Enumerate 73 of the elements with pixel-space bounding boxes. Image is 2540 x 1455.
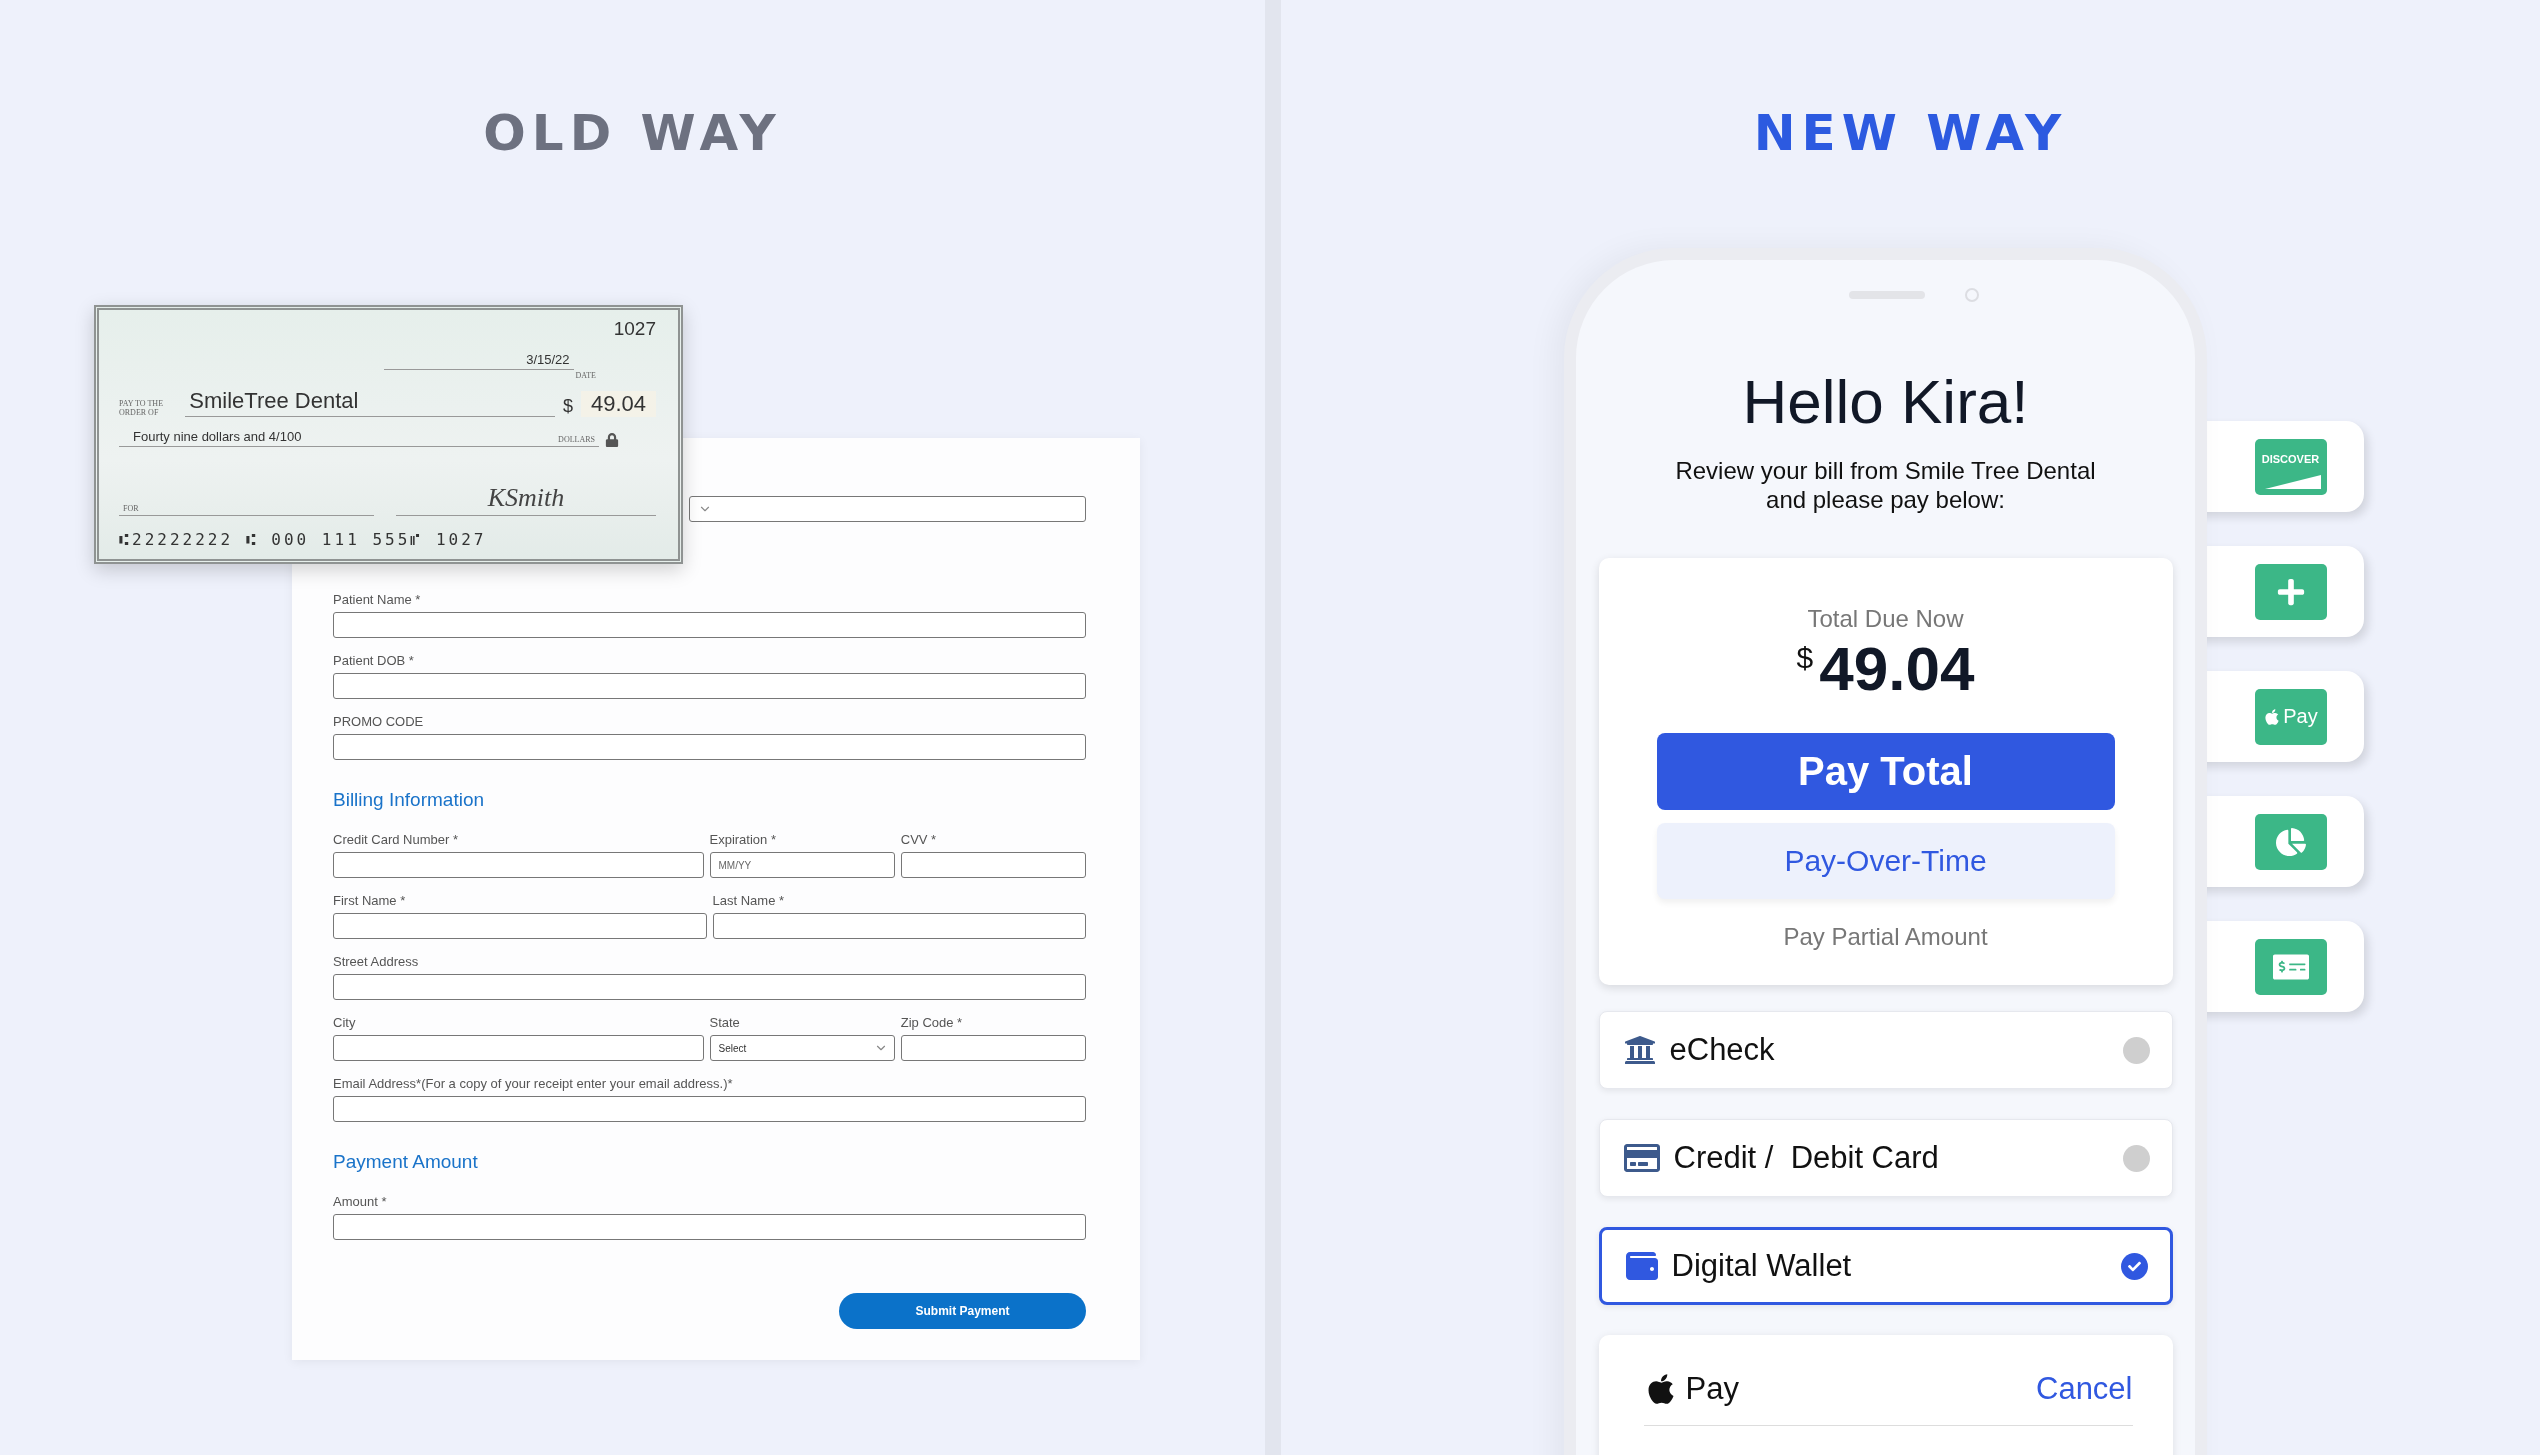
input-field[interactable] <box>900 1035 1086 1061</box>
input-field[interactable] <box>333 913 707 939</box>
field-label: First Name * <box>333 893 407 909</box>
field-label: Zip Code * <box>900 1015 964 1031</box>
field-label: Last Name * <box>712 893 786 909</box>
payment-method-option[interactable]: Credit / Debit Card <box>1598 1119 2173 1197</box>
input-field[interactable] <box>333 1096 1086 1122</box>
bank-icon <box>1623 1034 1656 1066</box>
input-field[interactable] <box>333 974 1086 1000</box>
plus-icon <box>2254 563 2327 620</box>
field-label: Street Address <box>333 954 420 970</box>
input-field[interactable] <box>900 852 1086 878</box>
micr-line: ⑆22222222 ⑆ 000 111 555⑈ 1027 <box>119 530 488 549</box>
cancel-button[interactable]: Cancel <box>2036 1371 2133 1407</box>
signature: KSmith <box>487 483 565 513</box>
date-caption: DATE <box>575 371 596 380</box>
input-field[interactable]: MM/YY <box>709 852 895 878</box>
field-label: Patient DOB * <box>333 653 415 669</box>
radio-button[interactable] <box>2122 1036 2150 1064</box>
field-label: Credit Card Number * <box>333 832 459 848</box>
pie-chart-icon <box>2254 813 2327 870</box>
input-field[interactable] <box>333 734 1086 760</box>
input-field[interactable] <box>333 1214 1086 1240</box>
check-amount: 49.04 <box>580 391 656 417</box>
submit-payment-button[interactable]: Submit Payment <box>839 1293 1086 1329</box>
input-field[interactable] <box>712 913 1086 939</box>
input-field[interactable] <box>333 673 1086 699</box>
total-label: Total Due Now <box>1807 604 1964 634</box>
check-date: 3/15/22 <box>526 352 570 367</box>
field-label: City <box>333 1015 357 1031</box>
pay-total-button[interactable]: Pay Total <box>1656 733 2115 810</box>
field-label: Expiration * <box>709 832 777 848</box>
panel-title: NEW WAY <box>1753 103 2068 164</box>
for-caption: FOR <box>123 504 139 513</box>
radio-button[interactable] <box>2120 1252 2148 1280</box>
field-label: Email Address*(For a copy of your receipt enter your email address.)* <box>333 1076 734 1092</box>
radio-button[interactable] <box>2122 1144 2150 1172</box>
payment-method-option[interactable]: eCheck <box>1598 1011 2173 1089</box>
payment-method-option[interactable]: Digital Wallet <box>1598 1227 2173 1305</box>
total-amount: 49.04 <box>1819 638 1975 700</box>
input-field[interactable] <box>333 1035 704 1061</box>
check-number: 1027 <box>613 318 656 340</box>
currency-sign: $ <box>1796 640 1814 676</box>
field-label: Amount * <box>333 1194 388 1210</box>
pay-partial-link[interactable]: Pay Partial Amount <box>1777 922 1994 952</box>
sheet-title: Pay <box>1685 1371 1739 1407</box>
section-heading: Billing Information <box>333 788 486 812</box>
lock-icon <box>605 433 619 447</box>
field-label: CVV * <box>900 832 938 848</box>
phone-camera <box>1964 288 1979 302</box>
pay-over-time-button[interactable]: Pay-Over-Time <box>1656 823 2115 899</box>
amount-in-words: Fourty nine dollars and 4/100 <box>133 429 302 444</box>
card-logo-text: DISCOVER <box>2261 452 2320 465</box>
bill-message: Review your bill from Smile Tree Dental and please pay below: <box>1675 456 2096 514</box>
field-label: Patient Name * <box>333 592 422 608</box>
dollars-caption: DOLLARS <box>558 435 595 444</box>
select-field[interactable]: Select <box>709 1035 895 1061</box>
pay-label: Pay <box>2283 705 2318 728</box>
field-label: State <box>709 1015 741 1031</box>
select-field[interactable] <box>689 496 1086 522</box>
checkmark-icon <box>2127 1259 2141 1273</box>
section-heading: Payment Amount <box>333 1150 479 1174</box>
panel-title: OLD WAY <box>483 103 782 164</box>
input-field[interactable] <box>333 852 704 878</box>
payee-name: SmileTree Dental <box>189 388 359 414</box>
wedge-icon <box>2264 474 2321 489</box>
greeting: Hello Kira! <box>1742 366 2029 438</box>
input-field[interactable] <box>333 612 1086 638</box>
currency-sign: $ <box>562 396 573 417</box>
pay-to-caption: PAY TO THE ORDER OF <box>119 399 165 417</box>
field-label: PROMO CODE <box>333 714 425 730</box>
wallet-icon <box>1625 1250 1658 1282</box>
money-check-icon <box>2254 938 2327 995</box>
